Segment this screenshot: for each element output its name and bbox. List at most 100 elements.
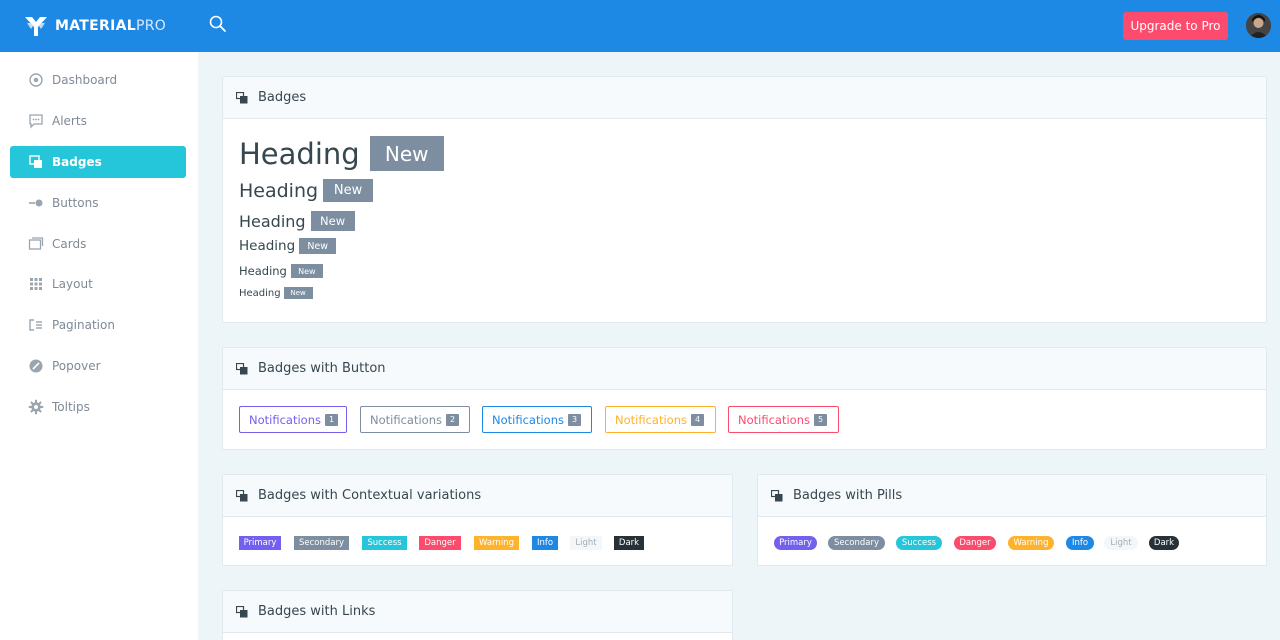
new-badge: New	[310, 211, 355, 231]
count-badge: 4	[690, 413, 704, 426]
notifications-warning-button[interactable]: Notifications 4	[605, 406, 716, 433]
gear-icon	[28, 399, 44, 415]
button-label: Notifications	[615, 412, 687, 427]
contextual-badges-card: Badges with Contextual variations Primar…	[222, 474, 733, 566]
badges-icon	[236, 605, 248, 617]
sidebar-item-label: Pagination	[52, 318, 115, 332]
card-header: Badges with Pills	[758, 475, 1266, 517]
logo-icon	[25, 17, 47, 36]
sidebar-item-pagination[interactable]: Pagination	[10, 309, 186, 341]
pill-badges-card: Badges with Pills Primary Secondary Succ…	[757, 474, 1267, 566]
warning-pill-badge: Warning	[1008, 536, 1054, 550]
new-badge: New	[369, 136, 444, 171]
success-pill-badge: Success	[896, 536, 942, 550]
new-badge: New	[299, 238, 337, 254]
sidebar-item-label: Cards	[52, 237, 87, 251]
badges-icon	[28, 154, 44, 170]
card-title: Badges with Links	[258, 604, 376, 619]
sidebar-item-cards[interactable]: Cards	[10, 228, 186, 260]
button-label: Notifications	[370, 412, 442, 427]
badges-with-links-card: Badges with Links	[222, 590, 733, 640]
layout-icon	[28, 276, 44, 292]
sidebar-item-badges[interactable]: Badges	[10, 146, 186, 178]
new-badge: New	[283, 287, 313, 299]
sidebar: Dashboard Alerts Badges Buttons Cards La…	[0, 52, 198, 640]
secondary-pill-badge: Secondary	[828, 536, 885, 550]
sidebar-item-label: Dashboard	[52, 73, 118, 87]
heading-h1: Heading New	[239, 136, 444, 171]
logo-text-thin: PRO	[135, 18, 167, 34]
sidebar-item-label: Badges	[52, 155, 102, 169]
secondary-badge: Secondary	[294, 536, 349, 550]
warning-badge: Warning	[474, 536, 519, 550]
heading-text: Heading	[239, 136, 360, 171]
top-navbar: MATERIALPRO Upgrade to Pro	[0, 0, 1280, 52]
sidebar-item-popover[interactable]: Popover	[10, 350, 186, 382]
danger-badge: Danger	[419, 536, 461, 550]
sidebar-item-label: Layout	[52, 277, 93, 291]
notifications-secondary-button[interactable]: Notifications 2	[360, 406, 470, 433]
badges-icon	[236, 362, 248, 374]
primary-badge: Primary	[239, 536, 281, 550]
sidebar-item-label: Popover	[52, 359, 101, 373]
heading-h5: Heading New	[239, 264, 323, 278]
card-header: Badges with Contextual variations	[223, 475, 732, 517]
logo-text-bold: MATERIAL	[55, 18, 136, 34]
dark-badge: Dark	[614, 536, 644, 550]
card-header: Badges with Button	[223, 348, 1266, 390]
card-header: Badges with Links	[223, 591, 732, 633]
notifications-primary-button[interactable]: Notifications 1	[239, 406, 347, 433]
light-pill-badge: Light	[1104, 536, 1138, 550]
success-badge: Success	[362, 536, 407, 550]
alerts-icon	[28, 113, 44, 129]
sidebar-item-label: Buttons	[52, 196, 99, 210]
heading-h3: Heading New	[239, 211, 355, 231]
logo[interactable]: MATERIALPRO	[24, 14, 166, 38]
new-badge: New	[290, 264, 323, 278]
count-badge: 3	[567, 413, 581, 426]
sidebar-item-layout[interactable]: Layout	[10, 268, 186, 300]
button-label: Notifications	[738, 412, 810, 427]
card-title: Badges with Pills	[793, 488, 903, 503]
light-badge: Light	[570, 536, 602, 550]
count-badge: 2	[445, 413, 459, 426]
upgrade-to-pro-button[interactable]: Upgrade to Pro	[1123, 12, 1228, 40]
heading-h4: Heading New	[239, 238, 337, 254]
button-label: Notifications	[492, 412, 564, 427]
notifications-danger-button[interactable]: Notifications 5	[728, 406, 839, 433]
sidebar-item-alerts[interactable]: Alerts	[10, 105, 186, 137]
info-badge: Info	[532, 536, 558, 550]
info-pill-badge: Info	[1066, 536, 1094, 550]
card-title: Badges	[258, 90, 307, 105]
popover-icon	[28, 358, 44, 374]
search-icon[interactable]	[208, 14, 228, 34]
sidebar-item-label: Alerts	[52, 114, 87, 128]
sidebar-item-buttons[interactable]: Buttons	[10, 187, 186, 219]
heading-text: Heading	[239, 179, 319, 202]
badges-with-button-card: Badges with Button Notifications 1 Notif…	[222, 347, 1267, 450]
button-label: Notifications	[249, 412, 321, 427]
buttons-icon	[28, 195, 44, 211]
count-badge: 1	[324, 413, 338, 426]
badges-icon	[236, 489, 248, 501]
sidebar-item-dashboard[interactable]: Dashboard	[10, 64, 186, 96]
new-badge: New	[323, 179, 374, 202]
sidebar-item-tooltips[interactable]: Toltips	[10, 391, 186, 423]
badges-card: Badges Heading New Heading New Heading N…	[222, 76, 1267, 323]
heading-h2: Heading New	[239, 179, 374, 202]
dark-pill-badge: Dark	[1149, 536, 1179, 550]
card-header: Badges	[223, 77, 1266, 119]
heading-text: Heading	[239, 264, 287, 278]
cards-icon	[28, 236, 44, 252]
notifications-info-button[interactable]: Notifications 3	[482, 406, 592, 433]
heading-text: Heading	[239, 211, 306, 231]
user-avatar[interactable]	[1246, 13, 1271, 38]
badges-icon	[771, 489, 783, 501]
heading-text: Heading	[239, 238, 296, 254]
card-title: Badges with Contextual variations	[258, 488, 482, 503]
logo-text: MATERIALPRO	[55, 18, 166, 34]
primary-pill-badge: Primary	[774, 536, 817, 550]
card-title: Badges with Button	[258, 361, 386, 376]
badges-icon	[236, 91, 248, 103]
dashboard-icon	[28, 72, 44, 88]
